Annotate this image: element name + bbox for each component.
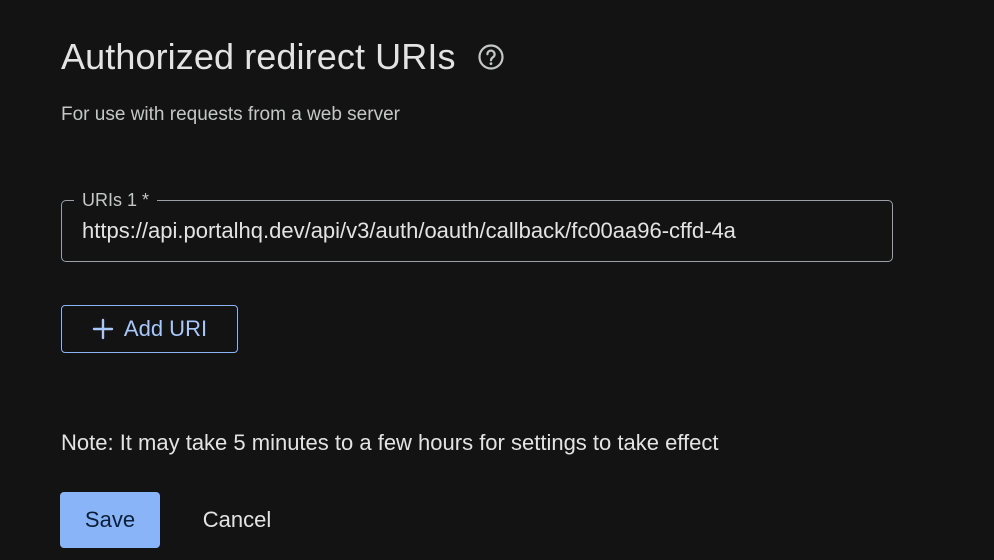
plus-icon — [92, 318, 114, 340]
section-title: Authorized redirect URIs — [61, 36, 456, 77]
redirect-uris-panel: Authorized redirect URIs For use with re… — [0, 0, 994, 560]
uri-field[interactable]: URIs 1 * — [61, 188, 893, 262]
add-uri-button[interactable]: Add URI — [61, 305, 238, 353]
settings-note: Note: It may take 5 minutes to a few hou… — [61, 430, 719, 455]
cancel-button[interactable]: Cancel — [178, 492, 296, 548]
help-circle-icon[interactable] — [477, 43, 505, 71]
section-header: Authorized redirect URIs — [61, 36, 505, 78]
add-uri-label: Add URI — [123, 316, 208, 341]
save-button[interactable]: Save — [60, 492, 160, 548]
section-subtitle: For use with requests from a web server — [61, 104, 400, 125]
uri-input[interactable] — [62, 201, 892, 261]
